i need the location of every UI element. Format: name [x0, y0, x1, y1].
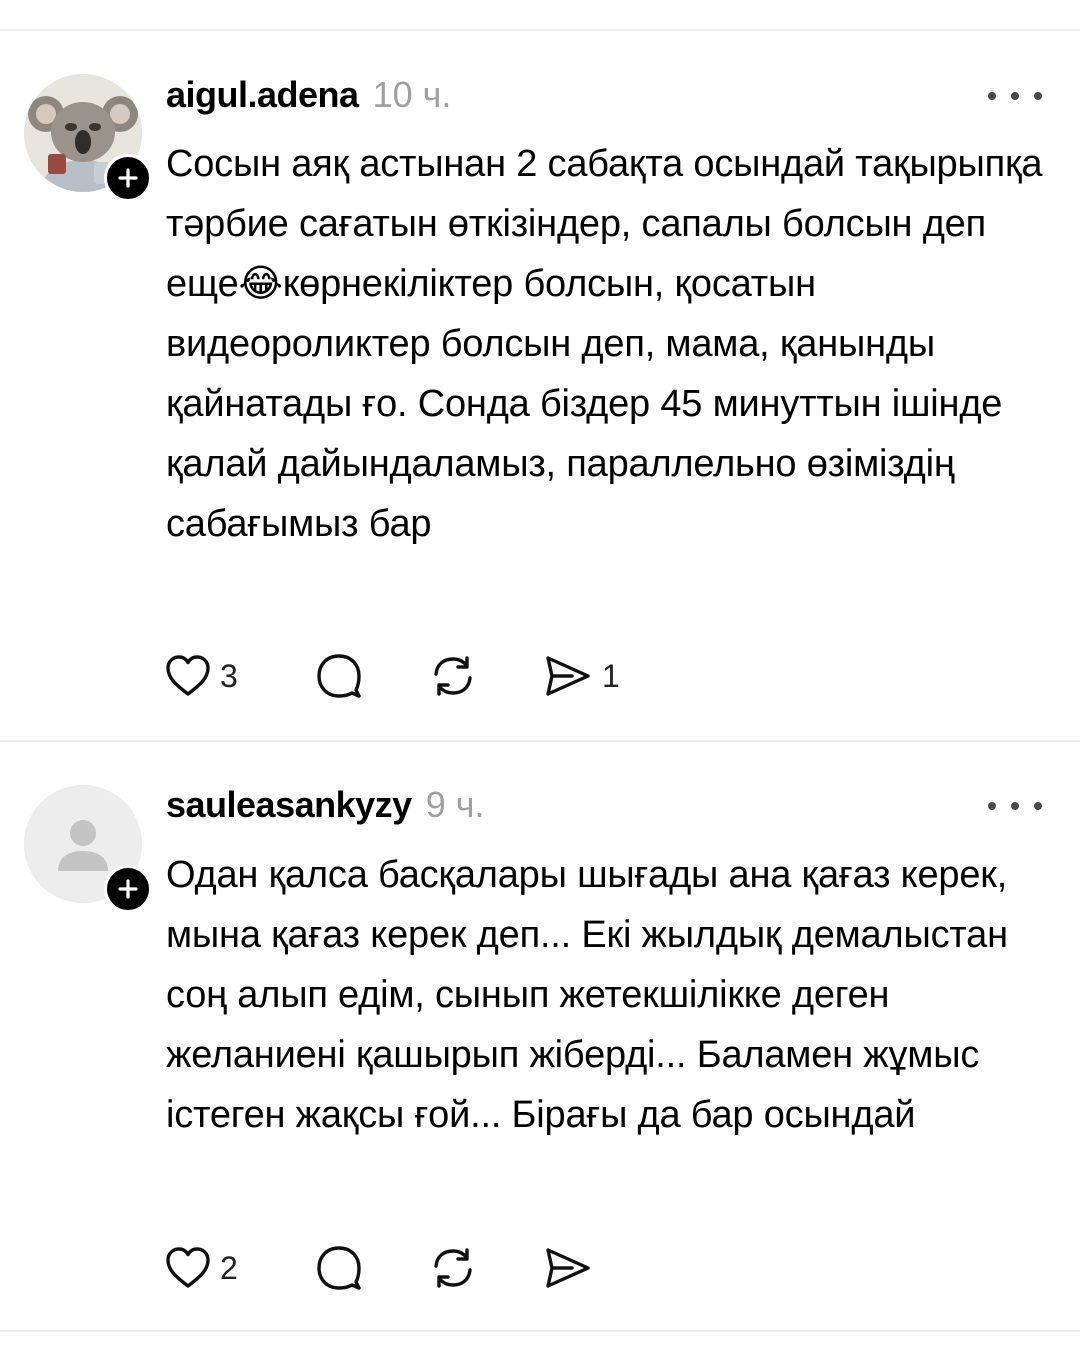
share-button[interactable] — [542, 1243, 594, 1293]
send-icon — [546, 1248, 590, 1288]
reply-button[interactable] — [314, 651, 364, 701]
heart-icon — [166, 655, 210, 696]
repost-icon — [434, 656, 472, 696]
send-icon — [546, 656, 590, 696]
reply-button[interactable] — [314, 1243, 364, 1293]
more-dots-icon[interactable] — [988, 794, 1042, 818]
avatar-wrap[interactable] — [24, 785, 152, 913]
like-button[interactable]: 3 — [164, 651, 238, 701]
like-count: 2 — [220, 1249, 238, 1286]
post-text: Сосын аяқ астынан 2 сабақта осындай тақы… — [166, 143, 1043, 545]
share-count: 1 — [602, 657, 620, 694]
plus-icon — [118, 168, 138, 188]
post-text: Одан қалса басқалары шығады ана қағаз ке… — [166, 854, 1008, 1136]
timestamp: 9 ч. — [425, 784, 485, 825]
post-divider — [0, 740, 1080, 742]
post-actions: 3 1 — [164, 651, 764, 701]
username[interactable]: sauleasankyzy — [166, 784, 412, 826]
share-button[interactable]: 1 — [542, 651, 620, 701]
top-divider — [0, 29, 1080, 31]
post-header: sauleasankyzy 9 ч. — [166, 784, 484, 826]
bottom-divider — [0, 1330, 1080, 1332]
timestamp: 10 ч. — [372, 74, 452, 115]
plus-icon — [118, 879, 138, 899]
avatar-wrap[interactable] — [24, 74, 152, 202]
repost-icon — [434, 1248, 472, 1288]
post-actions: 2 — [164, 1243, 764, 1293]
more-dots-icon[interactable] — [988, 84, 1042, 108]
like-count: 3 — [220, 657, 238, 694]
post-header: aigul.adena 10 ч. — [166, 74, 451, 116]
follow-button[interactable] — [104, 865, 152, 913]
comment-bubble-icon — [317, 654, 361, 698]
comment-bubble-icon — [317, 1246, 361, 1290]
like-button[interactable]: 2 — [164, 1243, 238, 1293]
repost-button[interactable] — [428, 1243, 478, 1293]
username[interactable]: aigul.adena — [166, 74, 359, 116]
heart-icon — [166, 1247, 210, 1288]
repost-button[interactable] — [428, 651, 478, 701]
follow-button[interactable] — [104, 154, 152, 202]
